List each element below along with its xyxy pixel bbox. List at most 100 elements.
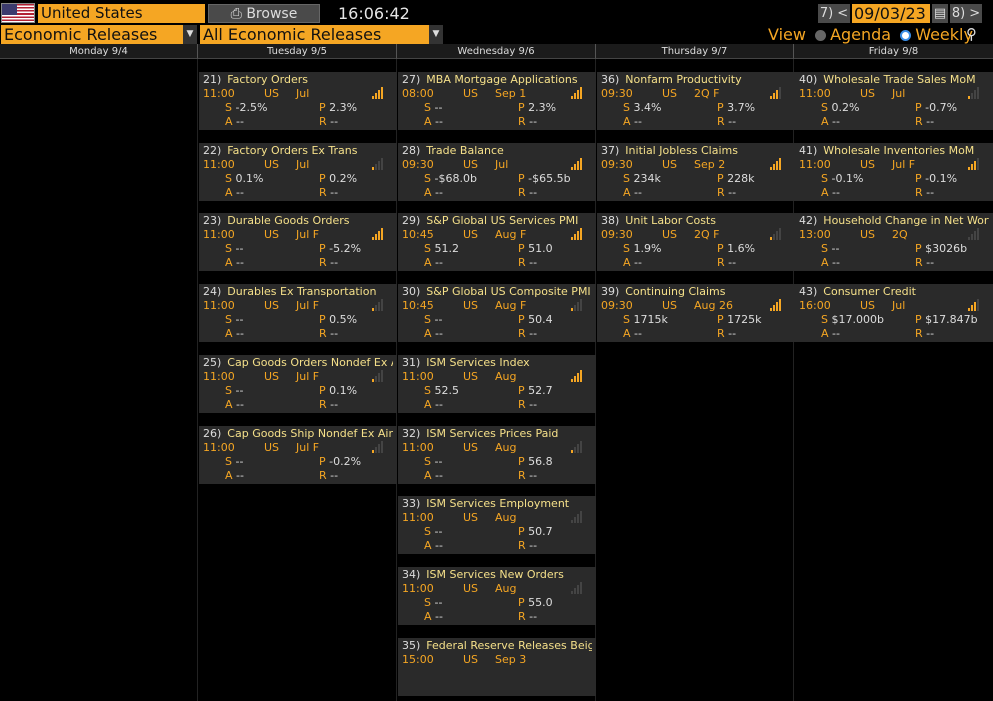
day-header: Wednesday 9/6: [397, 44, 596, 59]
event-title[interactable]: 27) MBA Mortgage Applications: [402, 73, 592, 87]
calendar-icon[interactable]: ▤: [932, 4, 948, 23]
event-country: US: [264, 370, 280, 383]
event-card[interactable]: 22) Factory Orders Ex Trans 11:00 US Jul S 0.…: [199, 143, 397, 201]
chevron-down-icon[interactable]: ▼: [183, 25, 197, 44]
event-card[interactable]: 33) ISM Services Employment 11:00 US Aug S --…: [398, 496, 596, 554]
browse-button[interactable]: ⎙ Browse: [208, 4, 320, 23]
event-time: 11:00: [402, 370, 434, 383]
event-title[interactable]: 32) ISM Services Prices Paid: [402, 427, 592, 441]
event-title[interactable]: 30) S&P Global US Composite PMI: [402, 285, 592, 299]
event-card[interactable]: 27) MBA Mortgage Applications 08:00 US Sep 1…: [398, 72, 596, 130]
weekly-label[interactable]: Weekly: [915, 25, 973, 44]
event-card[interactable]: 32) ISM Services Prices Paid 11:00 US Aug S -…: [398, 426, 596, 484]
subcategory-select[interactable]: All Economic Releases ▼: [200, 25, 443, 44]
event-card[interactable]: 26) Cap Goods Ship Nondef Ex Air 11:00 US Ju…: [199, 426, 397, 484]
day-header: Friday 9/8: [794, 44, 993, 59]
event-title[interactable]: 31) ISM Services Index: [402, 356, 592, 370]
event-card[interactable]: 40) Wholesale Trade Sales MoM 11:00 US Jul S …: [795, 72, 993, 130]
clock: 16:06:42: [338, 4, 410, 23]
relevance-bars-icon: [968, 158, 980, 170]
chevron-down-icon[interactable]: ▼: [429, 25, 443, 44]
event-period: Aug 26: [694, 299, 733, 312]
event-card[interactable]: 43) Consumer Credit 16:00 US Jul S $17.000b P …: [795, 284, 993, 342]
event-index: 28): [402, 144, 421, 157]
event-title[interactable]: 37) Initial Jobless Claims: [601, 144, 791, 158]
event-title[interactable]: 36) Nonfarm Productivity: [601, 73, 791, 87]
survey-label: S: [424, 384, 431, 397]
actual-value: A --: [424, 327, 443, 340]
survey-label: S: [821, 101, 828, 114]
survey-value: S --: [225, 313, 244, 326]
event-card[interactable]: 35) Federal Reserve Releases Beig... 15:00…: [398, 638, 596, 696]
actual-label: A: [424, 539, 432, 552]
actual-value: A --: [623, 256, 642, 269]
actual-value: A --: [821, 186, 840, 199]
event-title[interactable]: 42) Household Change in Net Worth: [799, 214, 989, 228]
event-title[interactable]: 21) Factory Orders: [203, 73, 393, 87]
event-title[interactable]: 24) Durables Ex Transportation: [203, 285, 393, 299]
event-period: Jul: [495, 158, 509, 171]
next-date-button[interactable]: 8) >: [950, 4, 982, 23]
event-index: 24): [203, 285, 222, 298]
event-card[interactable]: 39) Continuing Claims 09:30 US Aug 26 S 1715k…: [597, 284, 795, 342]
relevance-bars-icon: [571, 299, 583, 311]
weekly-radio[interactable]: [900, 30, 912, 41]
actual-label: A: [225, 327, 233, 340]
event-card[interactable]: 34) ISM Services New Orders 11:00 US Aug S --…: [398, 567, 596, 625]
revised-label: R: [915, 186, 923, 199]
category-select[interactable]: Economic Releases ▼: [1, 25, 197, 44]
event-time: 11:00: [203, 158, 235, 171]
event-card[interactable]: 36) Nonfarm Productivity 09:30 US 2Q F S 3.4%…: [597, 72, 795, 130]
event-card[interactable]: 31) ISM Services Index 11:00 US Aug S 52.5 P 5…: [398, 355, 596, 413]
prior-label: P: [717, 313, 724, 326]
event-period: Aug: [495, 511, 517, 524]
revised-value: R --: [518, 115, 538, 128]
zoom-icon[interactable]: ⚲: [966, 25, 977, 43]
event-title[interactable]: 40) Wholesale Trade Sales MoM: [799, 73, 989, 87]
event-card[interactable]: 29) S&P Global US Services PMI 10:45 US Aug …: [398, 213, 596, 271]
event-title[interactable]: 39) Continuing Claims: [601, 285, 791, 299]
prev-date-button[interactable]: 7) <: [818, 4, 850, 23]
event-title[interactable]: 26) Cap Goods Ship Nondef Ex Air: [203, 427, 393, 441]
event-title[interactable]: 25) Cap Goods Orders Nondef Ex Air: [203, 356, 393, 370]
event-card[interactable]: 25) Cap Goods Orders Nondef Ex Air 11:00 US…: [199, 355, 397, 413]
event-title[interactable]: 38) Unit Labor Costs: [601, 214, 791, 228]
country-field[interactable]: United States: [38, 4, 205, 23]
event-title[interactable]: 28) Trade Balance: [402, 144, 592, 158]
agenda-radio[interactable]: [815, 30, 827, 41]
prior-value: P -5.2%: [319, 242, 362, 255]
event-card[interactable]: 23) Durable Goods Orders 11:00 US Jul F S -- P…: [199, 213, 397, 271]
revised-value: R --: [915, 186, 935, 199]
event-title[interactable]: 22) Factory Orders Ex Trans: [203, 144, 393, 158]
event-country: US: [264, 87, 280, 100]
event-period: Aug: [495, 582, 517, 595]
event-title[interactable]: 35) Federal Reserve Releases Beig...: [402, 639, 592, 653]
survey-label: S: [623, 242, 630, 255]
event-card[interactable]: 41) Wholesale Inventories MoM 11:00 US Jul F…: [795, 143, 993, 201]
event-card[interactable]: 28) Trade Balance 09:30 US Jul S -$68.0b P -$6…: [398, 143, 596, 201]
event-card[interactable]: 38) Unit Labor Costs 09:30 US 2Q F S 1.9% P 1.…: [597, 213, 795, 271]
agenda-label[interactable]: Agenda: [830, 25, 891, 44]
event-name: ISM Services Prices Paid: [426, 427, 559, 440]
relevance-bars-icon: [571, 87, 583, 99]
event-title[interactable]: 43) Consumer Credit: [799, 285, 989, 299]
actual-label: A: [424, 610, 432, 623]
event-title[interactable]: 23) Durable Goods Orders: [203, 214, 393, 228]
event-time: 11:00: [203, 228, 235, 241]
event-title[interactable]: 41) Wholesale Inventories MoM: [799, 144, 989, 158]
event-country: US: [463, 299, 479, 312]
event-card[interactable]: 30) S&P Global US Composite PMI 10:45 US Aug…: [398, 284, 596, 342]
revised-label: R: [518, 469, 526, 482]
date-field[interactable]: 09/03/23: [852, 4, 930, 23]
event-index: 29): [402, 214, 421, 227]
event-card[interactable]: 37) Initial Jobless Claims 09:30 US Sep 2 S 2…: [597, 143, 795, 201]
event-title[interactable]: 29) S&P Global US Services PMI: [402, 214, 592, 228]
event-title[interactable]: 34) ISM Services New Orders: [402, 568, 592, 582]
event-card[interactable]: 24) Durables Ex Transportation 11:00 US Jul …: [199, 284, 397, 342]
event-index: 41): [799, 144, 818, 157]
actual-label: A: [424, 256, 432, 269]
event-title[interactable]: 33) ISM Services Employment: [402, 497, 592, 511]
event-card[interactable]: 42) Household Change in Net Worth 13:00 US 2…: [795, 213, 993, 271]
subcategory-value: All Economic Releases: [203, 25, 382, 44]
event-card[interactable]: 21) Factory Orders 11:00 US Jul S -2.5% P 2.3%…: [199, 72, 397, 130]
